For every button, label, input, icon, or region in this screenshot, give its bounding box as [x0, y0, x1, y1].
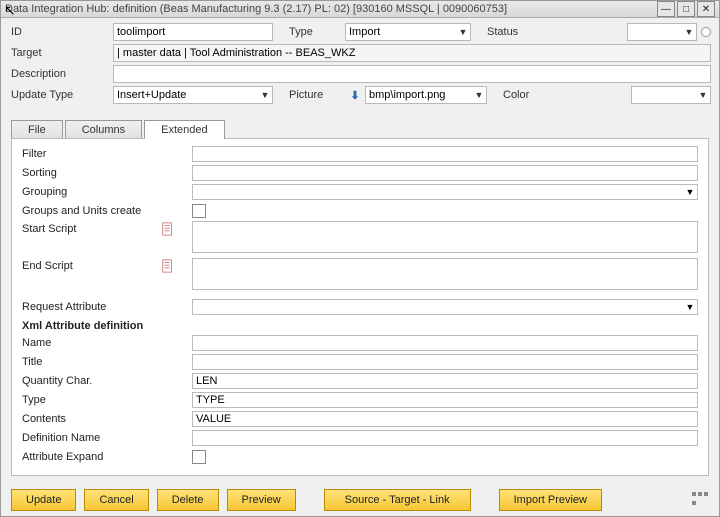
tab-extended[interactable]: Extended — [144, 120, 224, 139]
attr-expand-checkbox[interactable] — [192, 450, 206, 464]
contents-input[interactable] — [192, 411, 698, 427]
def-name-input[interactable] — [192, 430, 698, 446]
maximize-button[interactable]: □ — [677, 1, 695, 17]
xml-type-input[interactable] — [192, 392, 698, 408]
tab-file[interactable]: File — [11, 120, 63, 139]
label-grouping: Grouping — [22, 186, 192, 198]
label-name: Name — [22, 337, 192, 349]
script-edit-icon[interactable] — [160, 221, 176, 237]
color-select[interactable]: ▼ — [631, 86, 711, 104]
chevron-down-icon: ▼ — [682, 27, 696, 37]
label-xml-type: Type — [22, 394, 192, 406]
minimize-button[interactable]: — — [657, 1, 675, 17]
footer-toolbar: Update Cancel Delete Preview Source - Ta… — [1, 483, 719, 517]
start-script-input[interactable] — [192, 221, 698, 253]
label-description: Description — [9, 68, 113, 80]
update-type-select[interactable]: Insert+Update▼ — [113, 86, 273, 104]
tab-columns[interactable]: Columns — [65, 120, 142, 139]
grouping-select[interactable]: ▼ — [192, 184, 698, 200]
label-groups-units: Groups and Units create — [22, 205, 192, 217]
tab-bar: File Columns Extended — [11, 120, 719, 139]
label-sorting: Sorting — [22, 167, 192, 179]
request-attribute-select[interactable]: ▼ — [192, 299, 698, 315]
label-title: Title — [22, 356, 192, 368]
name-input[interactable] — [192, 335, 698, 351]
label-color: Color — [503, 89, 549, 101]
xml-attr-heading: Xml Attribute definition — [22, 320, 698, 332]
label-quantity-char: Quantity Char. — [22, 375, 192, 387]
label-attr-expand: Attribute Expand — [22, 451, 192, 463]
script-edit-icon[interactable] — [160, 258, 176, 274]
label-contents: Contents — [22, 413, 192, 425]
label-id: ID — [9, 26, 113, 38]
titlebar: Data Integration Hub: definition (Beas M… — [1, 1, 719, 18]
chevron-down-icon: ▼ — [456, 27, 470, 37]
label-status: Status — [487, 26, 543, 38]
status-select[interactable]: ▼ — [627, 23, 697, 41]
label-filter: Filter — [22, 148, 192, 160]
groups-units-checkbox[interactable] — [192, 204, 206, 218]
extended-panel: Filter Sorting Grouping ▼ Groups and Uni… — [11, 138, 709, 476]
status-indicator-icon — [701, 27, 711, 37]
label-picture: Picture — [289, 89, 345, 101]
type-select[interactable]: Import▼ — [345, 23, 471, 41]
description-input[interactable] — [113, 65, 711, 83]
source-target-link-button[interactable]: Source - Target - Link — [324, 489, 471, 511]
close-button[interactable]: ✕ — [697, 1, 715, 17]
label-def-name: Definition Name — [22, 432, 192, 444]
label-request-attribute: Request Attribute — [22, 301, 192, 313]
label-update-type: Update Type — [9, 89, 113, 101]
resize-grip-icon[interactable] — [691, 491, 709, 509]
cancel-button[interactable]: Cancel — [84, 489, 148, 511]
preview-button[interactable]: Preview — [227, 489, 296, 511]
label-type: Type — [289, 26, 345, 38]
chevron-down-icon: ▼ — [683, 187, 697, 197]
quantity-char-input[interactable] — [192, 373, 698, 389]
download-icon[interactable]: ⬇ — [348, 88, 362, 102]
id-input[interactable] — [113, 23, 273, 41]
window-title: Data Integration Hub: definition (Beas M… — [5, 3, 655, 15]
delete-button[interactable]: Delete — [157, 489, 219, 511]
label-target: Target — [9, 47, 113, 59]
chevron-down-icon: ▼ — [683, 302, 697, 312]
import-preview-button[interactable]: Import Preview — [499, 489, 602, 511]
chevron-down-icon: ▼ — [472, 90, 486, 100]
sorting-input[interactable] — [192, 165, 698, 181]
header-form: ID Type Import▼ Status ▼ Target Descript… — [1, 18, 719, 108]
label-end-script: End Script — [22, 260, 160, 272]
chevron-down-icon: ▼ — [696, 90, 710, 100]
title-input[interactable] — [192, 354, 698, 370]
label-start-script: Start Script — [22, 223, 160, 235]
update-button[interactable]: Update — [11, 489, 76, 511]
filter-input[interactable] — [192, 146, 698, 162]
target-input — [113, 44, 711, 62]
picture-select[interactable]: bmp\import.png▼ — [365, 86, 487, 104]
chevron-down-icon: ▼ — [258, 90, 272, 100]
end-script-input[interactable] — [192, 258, 698, 290]
